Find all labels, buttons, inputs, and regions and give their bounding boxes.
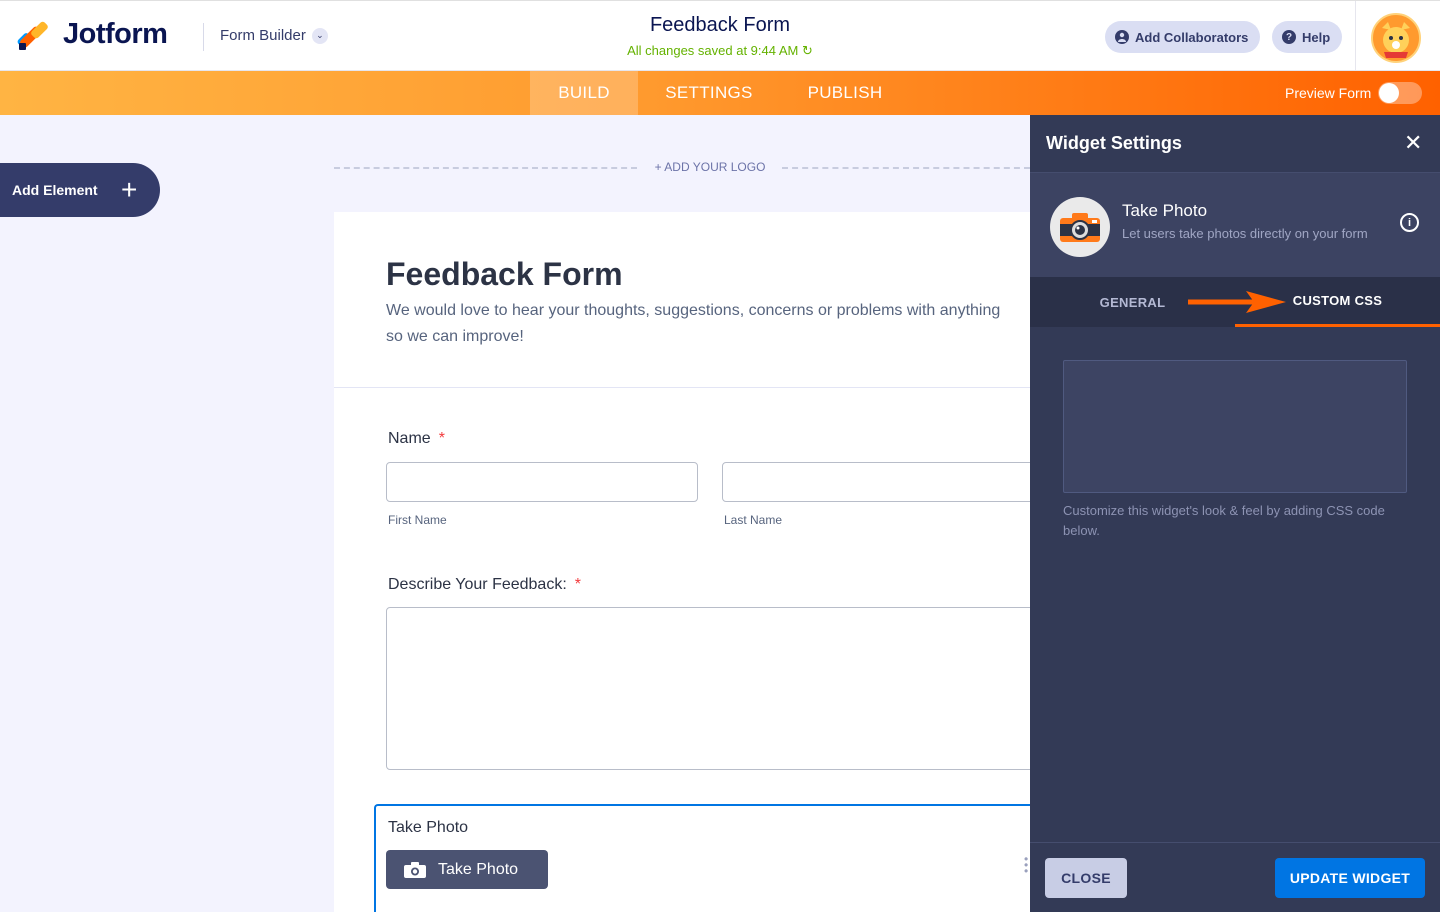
user-avatar[interactable] (1371, 13, 1421, 63)
save-status-text: All changes saved at 9:44 AM (627, 43, 799, 58)
tab-publish[interactable]: PUBLISH (792, 71, 898, 115)
update-widget-button[interactable]: UPDATE WIDGET (1275, 858, 1425, 898)
help-label: Help (1302, 29, 1331, 45)
widget-name: Take Photo (1122, 201, 1208, 220)
take-photo-button-label: Take Photo (438, 860, 519, 878)
custom-css-textarea[interactable] (1063, 360, 1407, 493)
help-icon: ? (1282, 30, 1296, 44)
tab-build[interactable]: BUILD (530, 71, 638, 115)
header-separator (1355, 1, 1356, 71)
help-button[interactable]: ? Help (1272, 21, 1343, 53)
widget-settings-panel: Widget Settings ✕ Take Photo Let users t… (1030, 115, 1440, 912)
first-name-sublabel: First Name (388, 513, 447, 527)
add-element-button[interactable]: Add Element + (0, 163, 160, 217)
name-field-label[interactable]: Name * (388, 430, 445, 448)
refresh-icon: ↻ (802, 43, 813, 58)
feedback-field-label[interactable]: Describe Your Feedback: * (388, 576, 581, 594)
top-header: Jotform Form Builder ⌄ Feedback Form All… (0, 0, 1440, 71)
close-icon[interactable]: ✕ (1404, 131, 1422, 155)
form-description[interactable]: We would love to hear your thoughts, sug… (386, 298, 1006, 350)
add-element-label: Add Element (12, 182, 98, 198)
take-photo-button[interactable]: Take Photo (386, 850, 548, 889)
user-icon (1115, 30, 1129, 44)
form-header-divider (334, 387, 1034, 388)
plus-icon: + (121, 174, 138, 205)
builder-nav: BUILD SETTINGS PUBLISH (0, 71, 1440, 115)
close-button[interactable]: CLOSE (1045, 858, 1127, 898)
feedback-textarea[interactable] (386, 607, 1046, 770)
add-logo-button[interactable]: + ADD YOUR LOGO (610, 160, 810, 174)
last-name-sublabel: Last Name (724, 513, 783, 527)
logo-dashed-line-left (334, 167, 637, 169)
camera-icon (404, 861, 426, 878)
panel-footer-divider (1030, 842, 1440, 843)
take-photo-field-label[interactable]: Take Photo (388, 819, 468, 837)
add-collaborators-label: Add Collaborators (1135, 29, 1249, 45)
panel-title: Widget Settings (1046, 133, 1182, 153)
required-asterisk: * (438, 430, 445, 447)
tab-settings[interactable]: SETTINGS (650, 71, 768, 115)
first-name-input[interactable] (386, 462, 698, 502)
widget-description: Let users take photos directly on your f… (1122, 226, 1368, 241)
widget-camera-icon (1050, 197, 1110, 257)
avatar-cat-icon (1382, 22, 1410, 58)
add-collaborators-button[interactable]: Add Collaborators (1105, 21, 1261, 53)
feedback-label-text: Describe Your Feedback: (388, 576, 567, 593)
custom-css-help: Customize this widget's look & feel by a… (1063, 503, 1385, 538)
name-label-text: Name (388, 430, 431, 447)
required-asterisk: * (574, 576, 582, 593)
preview-form-toggle[interactable] (1378, 82, 1422, 104)
last-name-input[interactable] (722, 462, 1042, 502)
toggle-knob (1379, 83, 1399, 103)
widget-info: Take Photo Let users take photos directl… (1030, 173, 1440, 277)
form-heading[interactable]: Feedback Form (386, 256, 623, 293)
preview-form-label: Preview Form (1285, 85, 1372, 101)
form-card: Feedback Form We would love to hear your… (334, 212, 1046, 912)
annotation-arrow-icon (1188, 291, 1286, 313)
logo-dashed-line-right (782, 167, 1030, 169)
info-icon[interactable]: i (1400, 213, 1419, 232)
